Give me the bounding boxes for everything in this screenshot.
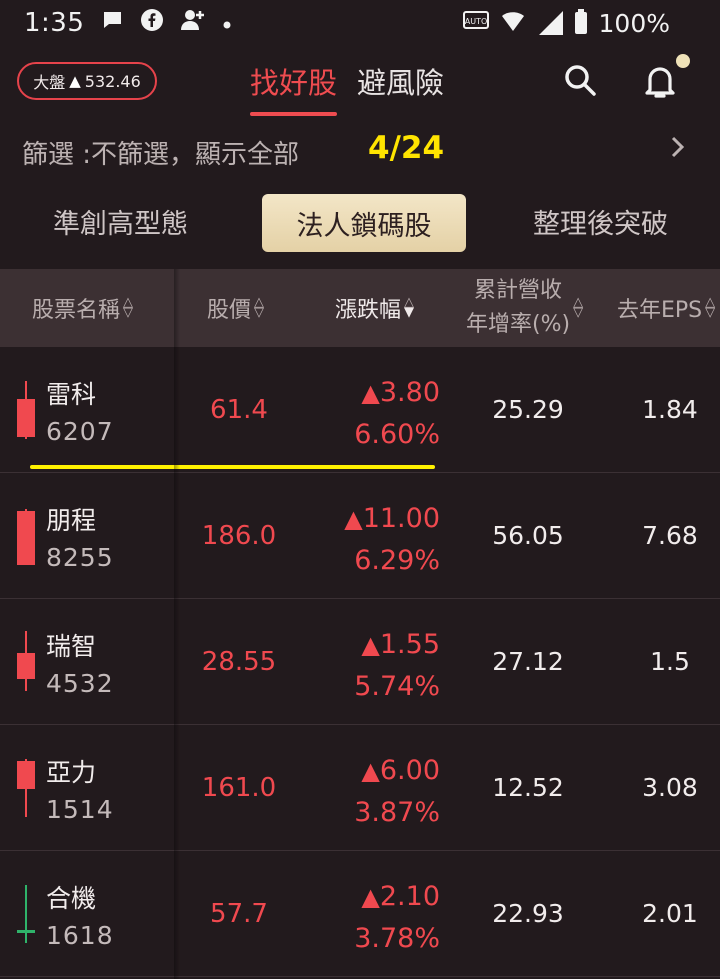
stock-code: 6207 xyxy=(46,417,114,446)
stock-code: 1514 xyxy=(46,795,114,824)
last-year-eps: 3.08 xyxy=(642,773,698,802)
stock-name: 瑞智 xyxy=(46,632,97,661)
stock-code: 4532 xyxy=(46,669,114,698)
tab-institutional-lock[interactable]: 法人鎖碼股 xyxy=(262,194,466,252)
signal-icon xyxy=(537,11,563,35)
stock-change: ▲11.00 xyxy=(344,503,440,534)
add-user-icon xyxy=(180,8,206,38)
tab-avoid-risk[interactable]: 避風險 xyxy=(357,60,444,102)
dot-icon xyxy=(222,11,232,36)
battery-percent: 100% xyxy=(598,8,670,38)
tab-near-high[interactable]: 準創高型態 xyxy=(53,202,188,241)
stock-change: ▲3.80 xyxy=(361,377,440,408)
chat-icon xyxy=(100,8,124,38)
tab-find-stocks[interactable]: 找好股 xyxy=(250,60,338,116)
stock-change: ▲1.55 xyxy=(361,629,440,660)
stock-change: ▲6.00 xyxy=(361,755,440,786)
stock-name: 雷科 xyxy=(46,380,97,409)
filter-bar[interactable]: 篩選 :不篩選，顯示全部 4/24 xyxy=(0,122,720,180)
index-label: 大盤 xyxy=(33,73,66,92)
stock-name: 亞力 xyxy=(46,758,97,787)
table-row[interactable]: 雷科 6207 61.4 ▲3.80 6.60% 25.29 1.84 xyxy=(0,347,720,473)
stock-price: 57.7 xyxy=(210,899,268,929)
last-year-eps: 1.84 xyxy=(642,395,698,424)
header-name[interactable]: 股票名稱 △ ▽ xyxy=(32,269,133,347)
status-time: 1:35 xyxy=(24,8,85,38)
svg-text:AUTO: AUTO xyxy=(464,17,487,26)
header-eps[interactable]: 去年EPS △ ▽ xyxy=(617,269,715,347)
stock-name: 朋程 xyxy=(46,506,97,535)
header-revenue[interactable]: 累計營收 年增率(%) △ ▽ xyxy=(466,269,583,347)
revenue-growth: 22.93 xyxy=(492,899,564,928)
up-triangle-icon: ▲ xyxy=(69,72,81,90)
market-index-badge[interactable]: 大盤 ▲ 532.46 xyxy=(17,62,157,100)
category-tabs: 準創高型態 法人鎖碼股 整理後突破 xyxy=(0,190,720,256)
filter-label: 篩選 :不篩選，顯示全部 xyxy=(22,140,300,170)
highlight-underline xyxy=(30,465,435,469)
last-year-eps: 2.01 xyxy=(642,899,698,928)
index-value: 532.46 xyxy=(84,71,141,91)
battery-icon xyxy=(574,9,587,34)
last-year-eps: 1.5 xyxy=(650,647,690,676)
stock-price: 61.4 xyxy=(210,395,268,425)
stock-price: 161.0 xyxy=(201,773,277,803)
last-year-eps: 7.68 xyxy=(642,521,698,550)
up-triangle-icon: ▲ xyxy=(361,379,380,407)
stock-change-pct: 5.74% xyxy=(354,671,440,702)
stock-change-pct: 3.78% xyxy=(354,923,440,954)
revenue-growth: 56.05 xyxy=(492,521,564,550)
sort-icon: △ ▽ xyxy=(573,295,584,320)
stock-change: ▲2.10 xyxy=(361,881,440,912)
up-triangle-icon: ▲ xyxy=(361,883,380,911)
table-row[interactable]: 亞力 1514 161.0 ▲6.00 3.87% 12.52 3.08 xyxy=(0,725,720,851)
search-icon[interactable] xyxy=(562,62,602,102)
app-header: 大盤 ▲ 532.46 找好股 避風險 xyxy=(0,46,720,122)
table-row[interactable]: 瑞智 4532 28.55 ▲1.55 5.74% 27.12 1.5 xyxy=(0,599,720,725)
facebook-icon xyxy=(140,8,164,38)
up-triangle-icon: ▲ xyxy=(361,757,380,785)
tab-breakout[interactable]: 整理後突破 xyxy=(533,202,668,241)
bell-icon[interactable] xyxy=(642,62,682,102)
header-price[interactable]: 股價 △ ▽ xyxy=(207,269,264,347)
stock-price: 28.55 xyxy=(201,647,277,677)
stock-code: 8255 xyxy=(46,543,114,572)
wifi-icon xyxy=(501,10,525,36)
revenue-growth: 27.12 xyxy=(492,647,564,676)
revenue-growth: 12.52 xyxy=(492,773,564,802)
sort-icon: △ ▽ xyxy=(123,295,134,320)
stock-change-pct: 6.60% xyxy=(354,419,440,450)
filter-date: 4/24 xyxy=(368,130,445,166)
stock-change-pct: 3.87% xyxy=(354,797,440,828)
up-triangle-icon: ▲ xyxy=(344,505,363,533)
stock-code: 1618 xyxy=(46,921,114,950)
column-shadow xyxy=(174,269,180,979)
sort-icon: △ ▽ xyxy=(705,295,716,320)
table-row[interactable]: 合機 1618 57.7 ▲2.10 3.78% 22.93 2.01 xyxy=(0,851,720,977)
status-bar: 1:35 AUTO 100% xyxy=(0,0,720,46)
chevron-right-icon[interactable] xyxy=(670,134,686,167)
revenue-growth: 25.29 xyxy=(492,395,564,424)
up-triangle-icon: ▲ xyxy=(361,631,380,659)
stock-change-pct: 6.29% xyxy=(354,545,440,576)
auto-icon: AUTO xyxy=(462,10,489,36)
stock-name: 合機 xyxy=(46,884,97,913)
sort-icon: △ ▽ xyxy=(254,295,265,320)
stock-price: 186.0 xyxy=(201,521,277,551)
notification-dot xyxy=(676,54,690,68)
sort-desc-icon: △ ▼ xyxy=(404,295,415,320)
table-row[interactable]: 朋程 8255 186.0 ▲11.00 6.29% 56.05 7.68 xyxy=(0,473,720,599)
table-header: 股票名稱 △ ▽ 股價 △ ▽ 漲跌幅 △ ▼ 累計營收 年增率(%) △ ▽ 去年EP… xyxy=(0,269,720,347)
header-change[interactable]: 漲跌幅 △ ▼ xyxy=(335,269,414,347)
